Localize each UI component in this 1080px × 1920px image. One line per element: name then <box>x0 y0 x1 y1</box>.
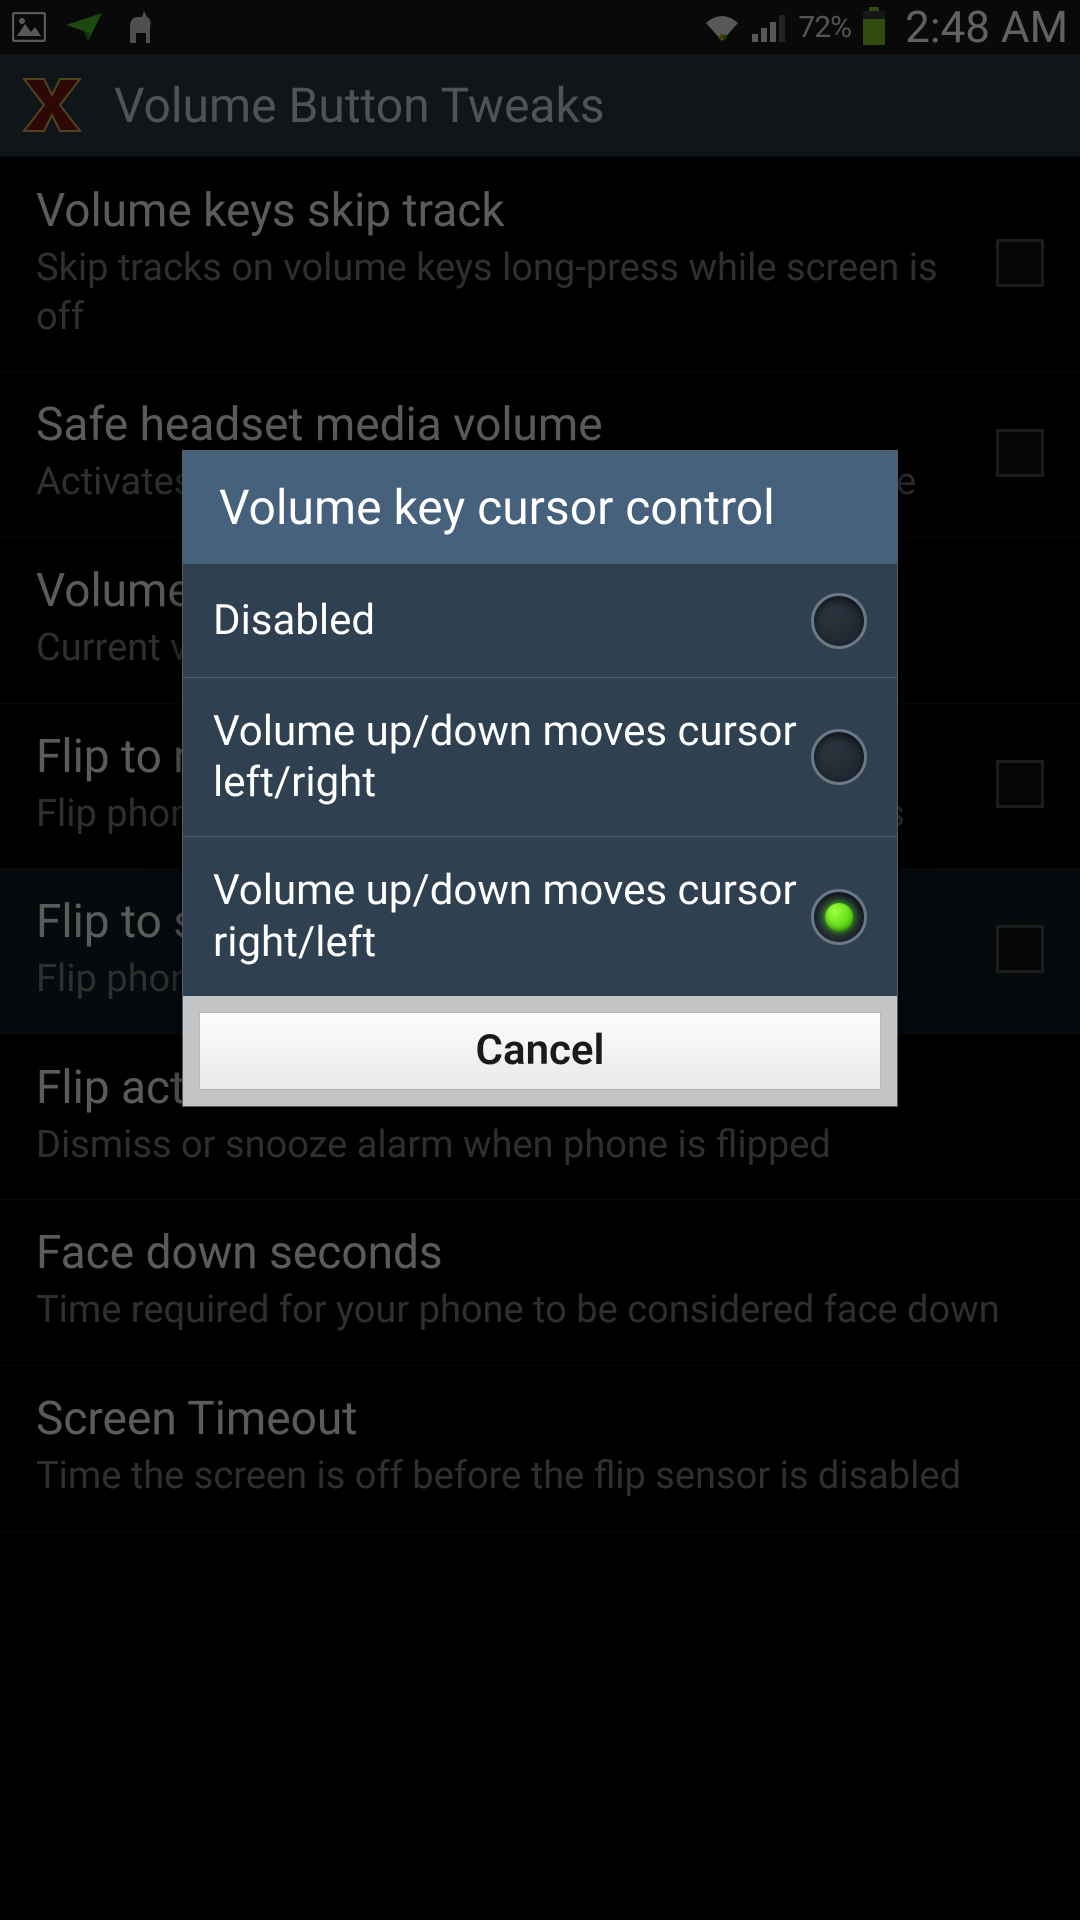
option-label: Disabled <box>213 595 811 646</box>
radio-button[interactable] <box>811 729 867 785</box>
option-label: Volume up/down moves cursor right/left <box>213 865 811 967</box>
cancel-button[interactable]: Cancel <box>199 1012 881 1090</box>
radio-button[interactable] <box>811 593 867 649</box>
dialog-option-right-left[interactable]: Volume up/down moves cursor right/left <box>183 837 897 995</box>
dialog-option-left-right[interactable]: Volume up/down moves cursor left/right <box>183 678 897 837</box>
cancel-label: Cancel <box>476 1026 605 1075</box>
option-label: Volume up/down moves cursor left/right <box>213 706 811 808</box>
dialog-title: Volume key cursor control <box>183 451 897 565</box>
dialog-cursor-control: Volume key cursor control Disabled Volum… <box>182 450 898 1107</box>
dialog-footer: Cancel <box>183 996 897 1106</box>
dialog-option-disabled[interactable]: Disabled <box>183 565 897 678</box>
dialog-options: Disabled Volume up/down moves cursor lef… <box>183 565 897 996</box>
radio-button[interactable] <box>811 889 867 945</box>
